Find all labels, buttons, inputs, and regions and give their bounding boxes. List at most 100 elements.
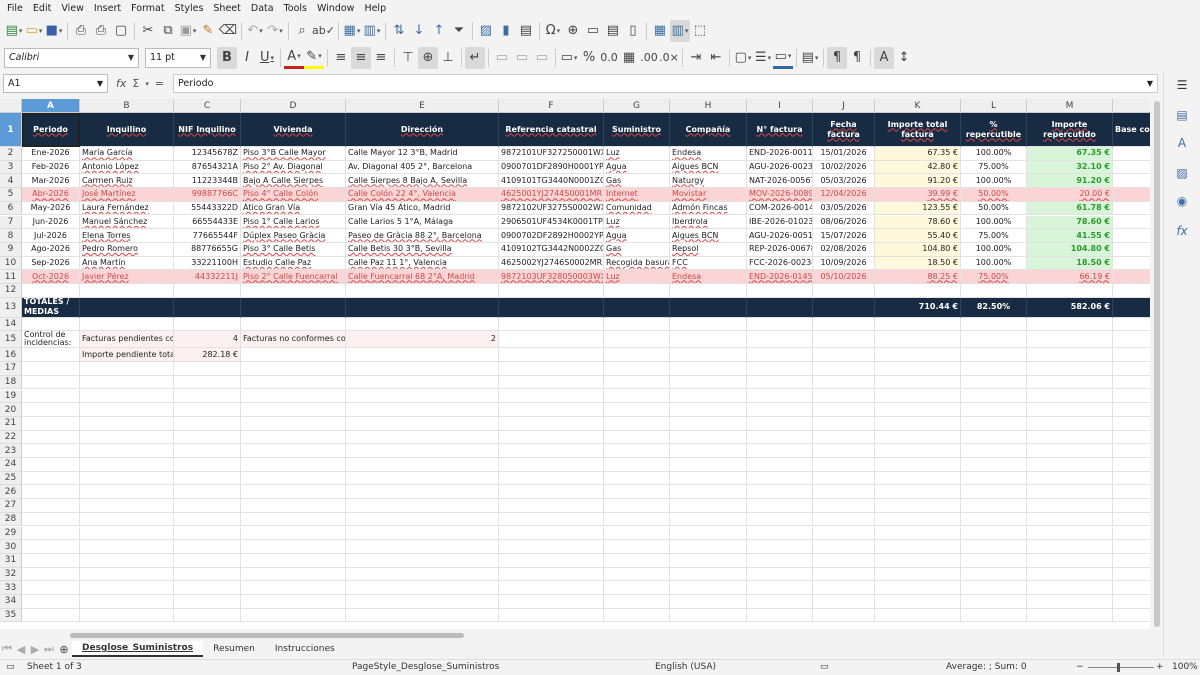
save-icon[interactable]: ■ ▾ <box>44 20 64 42</box>
cell[interactable] <box>961 430 1027 445</box>
tab-desglose-suministros[interactable]: Desglose_Suministros <box>72 641 204 657</box>
totals-repercutido[interactable]: 582.06 € <box>1027 297 1113 318</box>
data-cell-inquilino[interactable]: Manuel Sánchez <box>80 215 174 230</box>
cell[interactable] <box>346 389 499 404</box>
cell[interactable] <box>813 444 875 458</box>
column-header[interactable]: A <box>22 99 80 113</box>
cell[interactable] <box>80 389 174 404</box>
cell[interactable] <box>1113 568 1150 582</box>
data-cell-suministro[interactable]: Agua <box>604 229 670 243</box>
data-cell-vivienda[interactable]: Piso 3° Calle Betis <box>241 242 346 257</box>
column-icon[interactable]: ▥ ▾ <box>362 20 382 42</box>
cell[interactable] <box>80 430 174 445</box>
name-box[interactable]: A1 ▼ <box>3 74 108 93</box>
cell[interactable] <box>174 403 241 417</box>
data-cell-nif[interactable]: 44332211J <box>174 270 241 284</box>
cell[interactable] <box>670 512 747 527</box>
spelling-icon[interactable]: ab✓ <box>312 20 335 42</box>
align-right-icon[interactable]: ≡ <box>371 47 391 69</box>
language[interactable]: English (USA) <box>655 662 716 672</box>
data-cell-vivienda[interactable]: Dúplex Paseo Gràcia <box>241 229 346 243</box>
align-left-icon[interactable]: ≡ <box>331 47 351 69</box>
cell[interactable] <box>241 526 346 541</box>
cell[interactable] <box>241 389 346 404</box>
prev-sheet-icon[interactable]: ◀ <box>14 638 28 660</box>
menu-format[interactable]: Format <box>126 3 169 14</box>
data-cell[interactable] <box>1113 202 1150 216</box>
cell[interactable] <box>875 608 961 623</box>
cell[interactable] <box>747 362 813 376</box>
cell[interactable] <box>875 403 961 417</box>
row-header[interactable]: 30 <box>0 540 22 554</box>
cell[interactable] <box>604 608 670 623</box>
cell[interactable] <box>747 403 813 417</box>
data-cell[interactable] <box>1113 161 1150 175</box>
data-cell-repercutido[interactable]: 104.80 € <box>1027 242 1113 257</box>
data-cell-compania[interactable]: Aigues BCN <box>670 229 747 243</box>
cell[interactable] <box>346 444 499 458</box>
cell[interactable] <box>22 595 80 609</box>
cell[interactable] <box>80 608 174 623</box>
cell[interactable] <box>961 444 1027 458</box>
text-direction-icon[interactable]: ↕ <box>894 47 914 69</box>
data-cell-fecha[interactable]: 10/09/2026 <box>813 256 875 271</box>
date-format-icon[interactable]: ▦ <box>619 47 639 69</box>
cell[interactable] <box>499 553 604 568</box>
data-cell-nif[interactable]: 66554433E <box>174 215 241 230</box>
cell[interactable] <box>241 485 346 500</box>
print-icon[interactable]: ⎙ <box>91 20 111 42</box>
cell[interactable] <box>813 581 875 595</box>
cell[interactable] <box>813 375 875 390</box>
cell[interactable] <box>604 444 670 458</box>
data-cell-suministro[interactable]: Luz <box>604 147 670 161</box>
data-cell-fecha[interactable]: 12/04/2026 <box>813 188 875 202</box>
cell[interactable] <box>22 430 80 445</box>
data-cell-periodo[interactable]: Jun-2026 <box>22 215 80 230</box>
cell[interactable] <box>1027 331 1113 349</box>
cell[interactable] <box>747 595 813 609</box>
cell[interactable] <box>1113 472 1150 486</box>
column-header[interactable]: B <box>80 99 174 113</box>
expand-formula-icon[interactable]: ▼ <box>1147 79 1153 88</box>
cell[interactable] <box>346 499 499 513</box>
data-cell-fecha[interactable]: 15/01/2026 <box>813 147 875 161</box>
control-label[interactable]: Control de incidencias: <box>22 331 80 349</box>
row-header[interactable]: 23 <box>0 444 22 458</box>
cell[interactable] <box>747 499 813 513</box>
cell[interactable] <box>499 499 604 513</box>
cell[interactable] <box>1113 417 1150 431</box>
cell[interactable] <box>670 331 747 349</box>
cell[interactable] <box>670 444 747 458</box>
cell[interactable] <box>174 567 241 582</box>
cell[interactable] <box>1113 390 1150 404</box>
cell[interactable] <box>747 553 813 568</box>
cell[interactable] <box>241 471 346 486</box>
column-header[interactable]: G <box>604 99 670 113</box>
cell[interactable] <box>1027 389 1113 404</box>
add-decimal-icon[interactable]: .00 <box>639 47 659 69</box>
cell[interactable] <box>747 389 813 404</box>
new-document-icon[interactable]: ▤ ▾ <box>4 20 24 42</box>
cell[interactable] <box>813 430 875 445</box>
data-cell[interactable] <box>1113 257 1150 271</box>
cell[interactable] <box>174 499 241 513</box>
number-format-icon[interactable]: 0.0 <box>599 47 619 69</box>
data-cell-suministro[interactable]: Luz <box>604 215 670 230</box>
cell[interactable] <box>1113 581 1150 595</box>
cell[interactable] <box>22 284 80 298</box>
data-cell-factura[interactable]: MOV-2026-00891 <box>747 188 813 202</box>
vertical-scroll-thumb[interactable] <box>1154 101 1160 627</box>
cell[interactable] <box>174 416 241 431</box>
cell[interactable] <box>22 348 80 363</box>
cell[interactable] <box>670 608 747 623</box>
row-header[interactable]: 18 <box>0 375 22 390</box>
cell[interactable] <box>80 284 174 298</box>
data-cell-pct[interactable]: 100.00% <box>961 256 1027 271</box>
properties-icon[interactable]: ▤ <box>1173 106 1191 124</box>
align-top-icon[interactable]: ⊤ <box>398 47 418 69</box>
data-cell-repercutido[interactable]: 18.50 € <box>1027 256 1113 271</box>
data-cell-ref[interactable]: 0900702DF2892H0002YP <box>499 229 604 243</box>
cell[interactable] <box>670 540 747 554</box>
cell[interactable] <box>80 362 174 376</box>
data-cell-direccion[interactable]: Gran Vía 45 Ático, Madrid <box>346 201 499 216</box>
